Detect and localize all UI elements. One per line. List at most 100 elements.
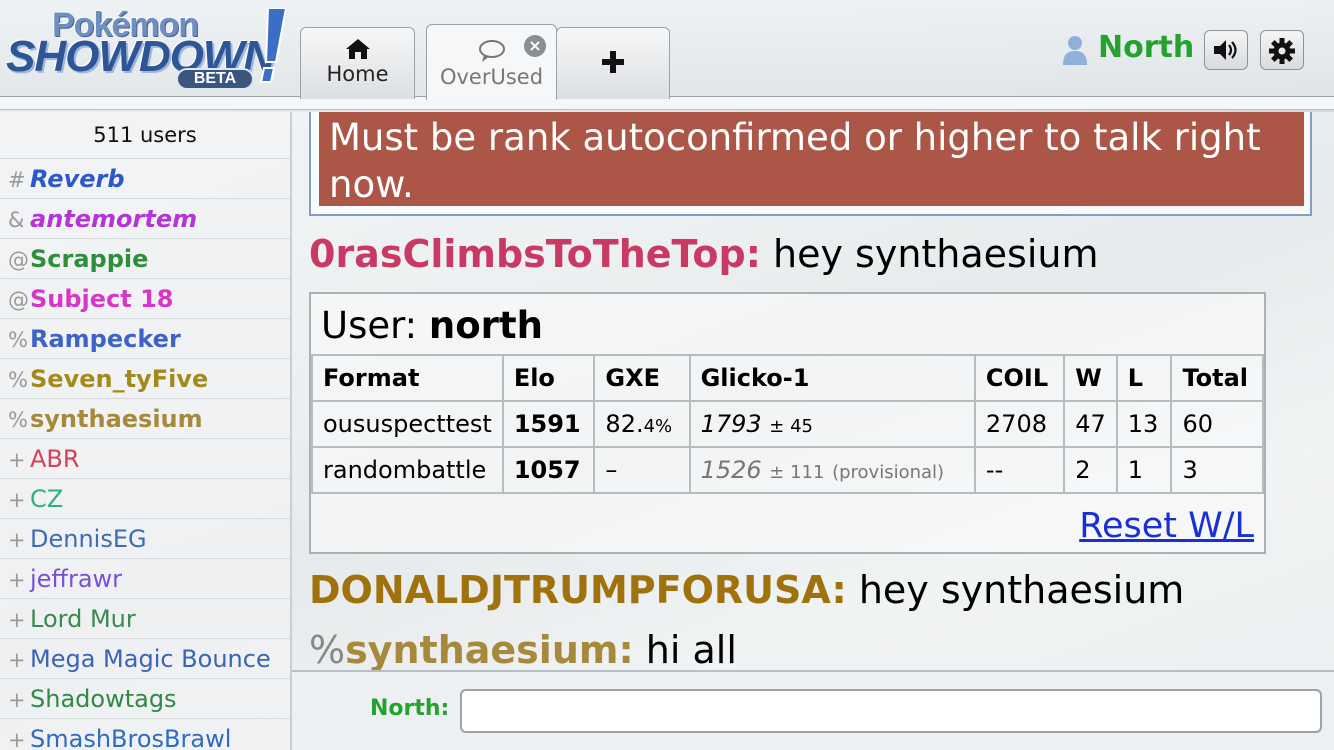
table-row: randombattle 1057 – 1526 ± 111 (provisio… [311,446,1264,494]
list-item[interactable]: @Scrappie [0,238,290,278]
col-total: Total [1170,354,1264,402]
list-item[interactable]: %Rampecker [0,318,290,358]
glicko-deviation: ± 111 [769,462,825,483]
cell-format: oususpecttest [311,400,504,448]
rank-box-username: north [428,304,543,347]
user-name: SmashBrosBrawl [30,725,232,750]
user-icon [1063,36,1087,65]
settings-button[interactable] [1260,30,1304,70]
sound-button[interactable] [1204,30,1248,70]
chat-log[interactable]: Must be rank autoconfirmed or higher to … [292,112,1334,670]
list-item[interactable]: + jeffrawr [0,558,290,598]
gear-icon [1269,38,1295,64]
chat-input-label: North: [370,696,450,721]
chat-message: 0rasClimbsToTheTop: hey synthaesium [309,232,1099,276]
chat-input[interactable] [460,689,1322,733]
list-item[interactable]: + CZ [0,478,290,518]
user-rank-symbol: + [8,648,26,672]
close-tab-icon[interactable]: × [524,35,546,57]
table-row: oususpecttest 1591 82.4% 1793 ± 45 2708 … [311,400,1264,448]
user-rank-symbol: + [8,488,26,512]
chat-message-user[interactable]: 0rasClimbsToTheTop: [309,232,761,276]
list-item[interactable]: & antemortem [0,198,290,238]
list-item[interactable]: @Subject 18 [0,278,290,318]
user-rank-symbol: % [8,408,28,432]
tab-overused[interactable]: × OverUsed [426,24,557,100]
user-name: CZ [30,485,64,513]
notice-frame: Must be rank autoconfirmed or higher to … [309,112,1312,216]
user-count: 511 users [93,123,197,147]
col-losses: L [1115,354,1173,402]
rank-notice: Must be rank autoconfirmed or higher to … [319,112,1304,206]
tab-overused-label: OverUsed [439,65,544,89]
logo-beta-badge: BETA [176,68,254,90]
cell-gxe: 82.4% [593,400,691,448]
glicko-deviation: ± 45 [769,416,813,437]
tab-new[interactable] [556,27,670,99]
gxe-decimal: 4% [643,416,673,437]
rank-box-prefix: User: [321,304,429,347]
user-rank-symbol: # [8,168,26,192]
user-name: Shadowtags [30,685,177,713]
user-rank-symbol: % [8,328,28,352]
cell-wins: 2 [1063,446,1118,494]
current-user-name: North [1098,30,1195,65]
user-list-sidebar[interactable]: 511 users # Reverb & antemortem @Scrappie @Su… [0,112,292,750]
user-rank-symbol: + [8,608,26,632]
chat-message: %synthaesium: hi all [309,628,737,670]
user-name: Seven_tyFive [30,365,209,393]
home-icon [345,39,370,59]
provisional-tag: (provisional) [832,462,945,483]
reset-wl-link[interactable]: Reset W/L [1079,506,1254,546]
list-item[interactable]: + Mega Magic Bounce [0,638,290,678]
user-rank-symbol: & [8,208,25,232]
chat-message-text: hi all [645,628,737,670]
user-rank-symbol: @ [8,248,29,272]
user-rank-symbol: + [8,688,26,712]
chat-bubble-icon [478,40,505,62]
user-rank-symbol: + [8,568,26,592]
chat-message-rank: % [309,628,346,670]
user-rank-symbol: @ [8,288,29,312]
user-rank-symbol: + [8,728,26,750]
list-item[interactable]: %synthaesium [0,398,290,438]
ladder-table: Format Elo GXE Glicko-1 COIL W L Total o… [311,354,1264,494]
cell-glicko: 1526 ± 111 (provisional) [688,446,976,494]
list-item[interactable]: # Reverb [0,158,290,198]
cell-elo: 1057 [501,446,596,494]
col-format: Format [311,354,504,402]
chat-message: DONALDJTRUMPFORUSA: hey synthaesium [309,568,1184,612]
user-list: # Reverb & antemortem @Scrappie @Subject 18 %R… [0,158,290,750]
list-item[interactable]: + ABR [0,438,290,478]
chat-message-text: hey synthaesium [773,232,1099,276]
showdown-logo[interactable]: Pokémon SHOWDOWN BETA [6,4,296,90]
list-item[interactable]: + DennisEG [0,518,290,558]
cell-format: randombattle [311,446,504,494]
list-item[interactable]: + Lord Mur [0,598,290,638]
user-rank-symbol: % [8,368,28,392]
gxe-value: 82. [605,410,644,438]
user-name: DennisEG [30,525,147,553]
chat-message-text: hey synthaesium [858,568,1185,612]
user-name: Reverb [30,165,125,193]
cell-total: 3 [1170,446,1264,494]
list-item[interactable]: + Shadowtags [0,678,290,718]
cell-coil: -- [973,446,1066,494]
user-rank-box: User: north Format Elo GXE Glicko-1 COIL… [309,292,1266,554]
list-item[interactable]: + SmashBrosBrawl [0,718,290,750]
col-wins: W [1063,354,1118,402]
user-name: Rampecker [30,325,181,353]
cell-wins: 47 [1063,400,1118,448]
rank-box-title: User: north [321,304,543,347]
list-item[interactable]: %Seven_tyFive [0,358,290,398]
chat-message-user[interactable]: DONALDJTRUMPFORUSA: [309,568,847,612]
volume-icon [1214,40,1237,60]
col-coil: COIL [973,354,1066,402]
plus-icon [602,51,624,73]
tab-home[interactable]: Home [300,27,415,99]
chat-message-user[interactable]: %synthaesium: [309,628,634,670]
cell-losses: 1 [1115,446,1173,494]
user-name: Scrappie [30,245,149,273]
tab-home-label: Home [326,62,389,86]
logo-exclamation-icon [260,8,286,83]
